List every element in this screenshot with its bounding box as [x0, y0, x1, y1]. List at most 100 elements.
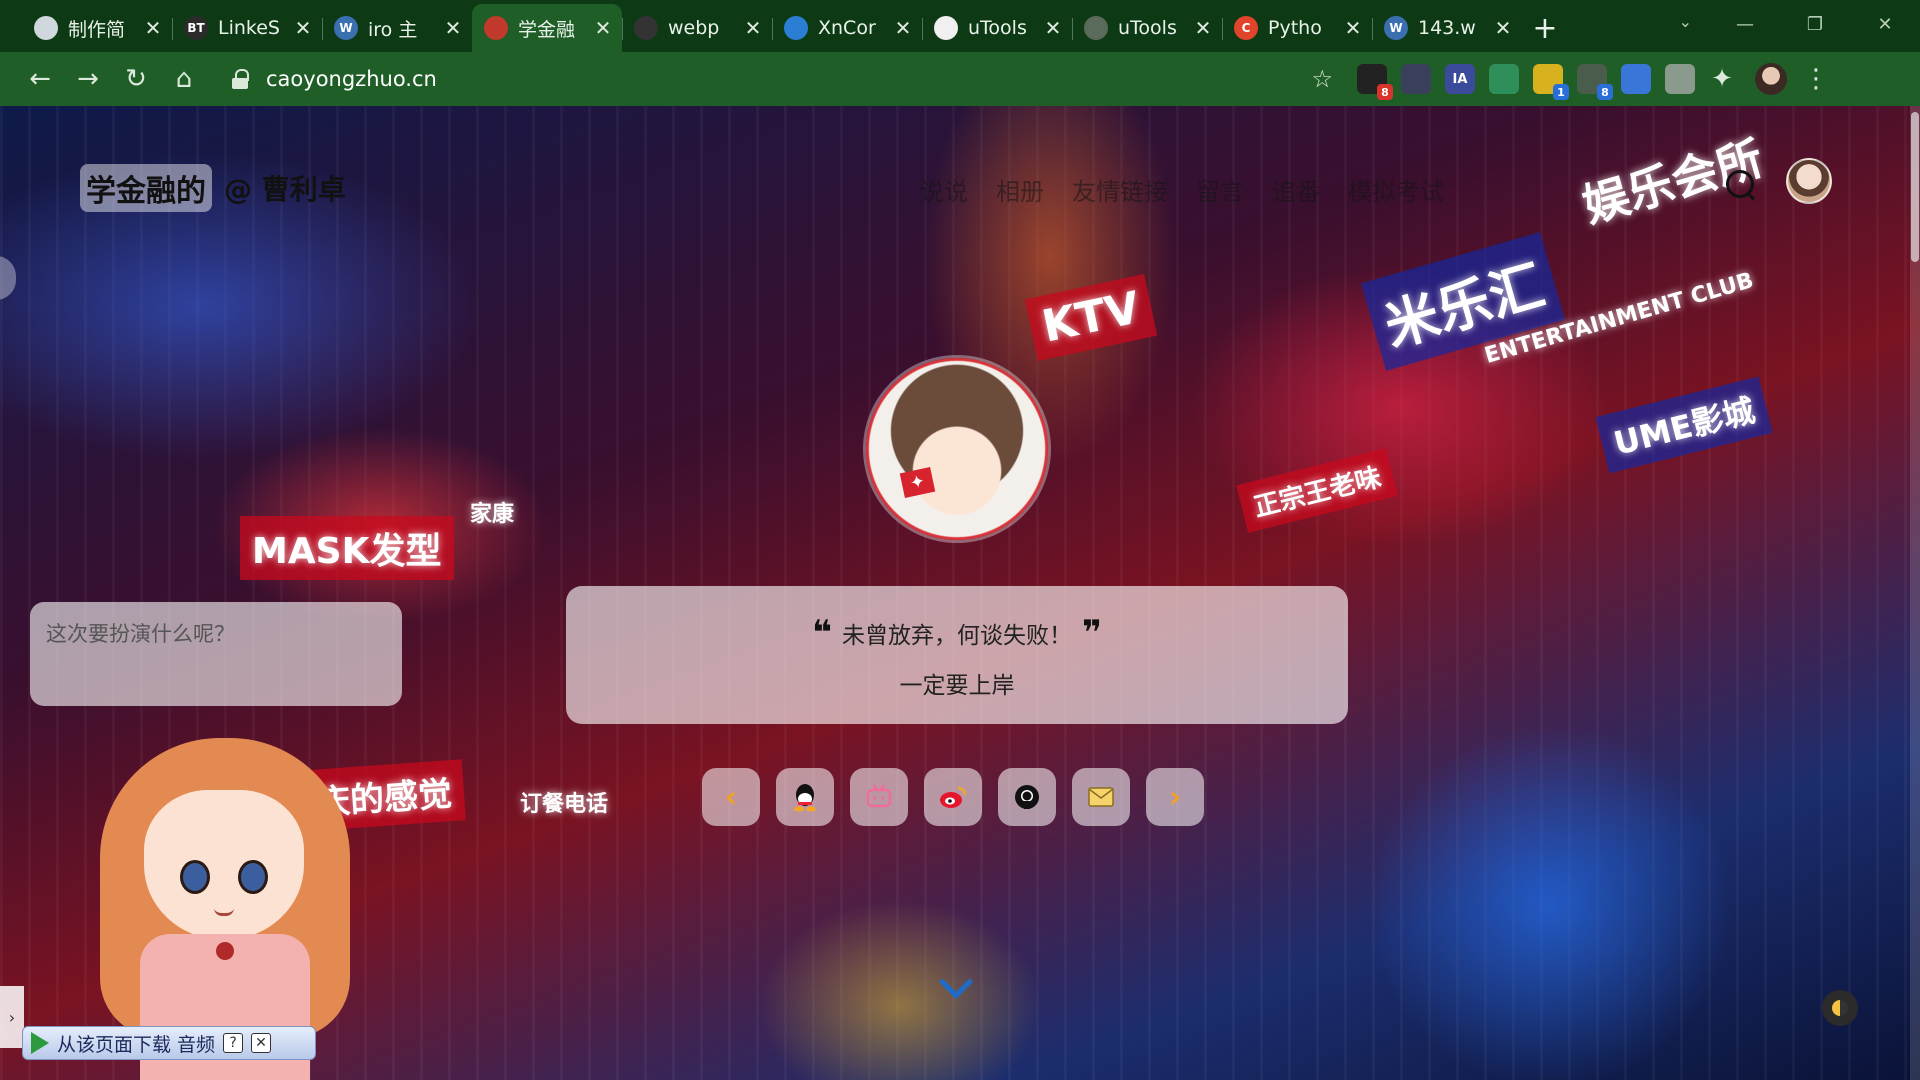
- tab-close-icon[interactable]: ✕: [744, 16, 762, 40]
- back-icon[interactable]: ←: [16, 59, 64, 99]
- ext-2-icon[interactable]: [1401, 64, 1431, 94]
- bookmark-star-icon[interactable]: ☆: [1311, 65, 1333, 93]
- new-tab-button[interactable]: +: [1522, 4, 1568, 52]
- browser-tab[interactable]: BT LinkeS ✕: [172, 4, 322, 52]
- github-icon[interactable]: [998, 768, 1056, 826]
- browser-tab[interactable]: XnCor ✕: [772, 4, 922, 52]
- sidebar-toggle-icon[interactable]: ›: [0, 986, 24, 1048]
- tab-close-icon[interactable]: ✕: [1344, 16, 1362, 40]
- audio-download-label[interactable]: 从该页面下载 音频: [57, 1030, 215, 1057]
- prev-arrow-icon[interactable]: ‹: [702, 768, 760, 826]
- reload-icon[interactable]: ↻: [112, 59, 160, 99]
- tab-title: LinkeS: [218, 17, 280, 39]
- ext-ia-icon[interactable]: IA: [1445, 64, 1475, 94]
- tab-close-icon[interactable]: ✕: [1494, 16, 1512, 40]
- browser-tab[interactable]: uTools ✕: [1072, 4, 1222, 52]
- nav-item-mock-exam[interactable]: 模拟考试: [1348, 172, 1444, 207]
- tab-title: 制作简: [68, 18, 126, 41]
- tab-close-icon[interactable]: ✕: [594, 16, 612, 40]
- theme-toggle-icon[interactable]: [1822, 990, 1858, 1026]
- mascot-face: [144, 790, 304, 940]
- mascot-speech-bubble: 这次要扮演什么呢？: [30, 602, 402, 706]
- help-icon[interactable]: ?: [223, 1033, 244, 1053]
- quote-card: ❝ 未曾放弃，何谈失败！ ❞ 一定要上岸: [566, 586, 1348, 724]
- tab-favicon-icon: BT: [184, 16, 208, 40]
- play-icon[interactable]: [31, 1032, 49, 1054]
- ext-1-icon[interactable]: 8: [1357, 64, 1393, 100]
- tab-close-icon[interactable]: ✕: [1194, 16, 1212, 40]
- profile-avatar[interactable]: [1755, 63, 1787, 95]
- audio-download-bar[interactable]: 从该页面下载 音频 ? ✕: [22, 1026, 316, 1060]
- nav-item-guestbook[interactable]: 留言: [1196, 172, 1244, 207]
- home-icon[interactable]: ⌂: [160, 59, 208, 99]
- tab-title: XnCor: [818, 17, 876, 39]
- browser-toolbar: ← → ↻ ⌂ caoyongzhuo.cn ☆ 8 IA 1 8 ✦ ⋮: [0, 52, 1920, 106]
- tab-close-icon[interactable]: ✕: [444, 16, 462, 40]
- tab-favicon-icon: W: [334, 16, 358, 40]
- social-links: ‹ ›: [702, 768, 1204, 826]
- search-icon[interactable]: [1724, 168, 1758, 202]
- ext-5-icon[interactable]: 1: [1533, 64, 1569, 100]
- user-avatar[interactable]: [1786, 158, 1832, 204]
- nav-item-anime[interactable]: 追番: [1272, 172, 1320, 207]
- extensions-row: 8 IA 1 8: [1357, 64, 1695, 100]
- browser-tab[interactable]: webp ✕: [622, 4, 772, 52]
- tab-favicon-icon: C: [1234, 16, 1258, 40]
- browser-menu-icon[interactable]: ⋮: [1803, 64, 1829, 94]
- extensions-puzzle-icon[interactable]: ✦: [1705, 59, 1739, 99]
- tab-title: 学金融: [518, 18, 576, 41]
- tab-close-icon[interactable]: ✕: [894, 16, 912, 40]
- tab-close-icon[interactable]: ✕: [294, 16, 312, 40]
- next-arrow-icon[interactable]: ›: [1146, 768, 1204, 826]
- url-text[interactable]: caoyongzhuo.cn: [266, 67, 437, 91]
- tab-search-icon[interactable]: ⌄: [1679, 12, 1692, 31]
- browser-tab[interactable]: W 143.w ✕: [1372, 4, 1522, 52]
- avatar-ribbon: ✦: [899, 467, 936, 498]
- minimize-icon[interactable]: —: [1710, 0, 1780, 48]
- tab-title: 143.w: [1418, 17, 1476, 39]
- bg-sign: 订餐电话: [520, 792, 609, 817]
- nav-item-friend-links[interactable]: 友情链接: [1072, 172, 1168, 207]
- tab-favicon-icon: [934, 16, 958, 40]
- close-icon[interactable]: ✕: [251, 1033, 272, 1053]
- nav-item-shuoshuo[interactable]: 说说: [920, 172, 968, 207]
- ext-6-icon[interactable]: 8: [1577, 64, 1613, 100]
- browser-tab[interactable]: Wiro 主 ✕: [322, 4, 472, 52]
- tab-favicon-icon: [784, 16, 808, 40]
- lock-icon[interactable]: [232, 69, 249, 89]
- ext-8-icon[interactable]: [1665, 64, 1695, 94]
- forward-icon[interactable]: →: [64, 59, 112, 99]
- extension-badge: 8: [1377, 84, 1393, 100]
- scrollbar-thumb[interactable]: [1911, 112, 1919, 262]
- nav-item-album[interactable]: 相册: [996, 172, 1044, 207]
- close-window-icon[interactable]: ✕: [1850, 0, 1920, 48]
- tab-close-icon[interactable]: ✕: [1044, 16, 1062, 40]
- address-bar[interactable]: caoyongzhuo.cn ☆: [218, 59, 1343, 99]
- site-author[interactable]: @ 曹利卓: [224, 168, 346, 208]
- browser-tab[interactable]: 制作简 ✕: [22, 4, 172, 52]
- qq-icon[interactable]: [776, 768, 834, 826]
- bg-sign: UME影城: [1595, 376, 1773, 474]
- quote-subtitle: 一定要上岸: [899, 673, 1015, 699]
- site-logo[interactable]: 学金融的: [80, 164, 212, 212]
- scroll-down-icon[interactable]: [939, 965, 973, 999]
- bg-sign: MASK发型: [240, 516, 454, 580]
- browser-tab[interactable]: uTools ✕: [922, 4, 1072, 52]
- ext-translate-icon[interactable]: [1621, 64, 1651, 94]
- tab-strip: 制作简 ✕ BT LinkeS ✕ Wiro 主 ✕ 学金融 ✕ webp ✕ XnCor ✕ uTool…: [0, 0, 1920, 52]
- browser-tab[interactable]: C Pytho ✕: [1222, 4, 1372, 52]
- restore-icon[interactable]: ❐: [1780, 0, 1850, 48]
- bg-sign: 家康: [470, 502, 515, 527]
- extension-badge: 8: [1597, 84, 1613, 100]
- tab-title: uTools: [968, 17, 1027, 39]
- weibo-icon[interactable]: [924, 768, 982, 826]
- bilibili-icon[interactable]: [850, 768, 908, 826]
- side-drawer-handle[interactable]: [0, 256, 16, 300]
- tab-favicon-icon: [484, 16, 508, 40]
- bg-sign: 正宗王老味: [1236, 448, 1398, 533]
- browser-tab[interactable]: 学金融 ✕: [472, 4, 622, 52]
- tab-favicon-icon: [34, 16, 58, 40]
- tab-close-icon[interactable]: ✕: [144, 16, 162, 40]
- mail-icon[interactable]: [1072, 768, 1130, 826]
- ext-4-icon[interactable]: [1489, 64, 1519, 94]
